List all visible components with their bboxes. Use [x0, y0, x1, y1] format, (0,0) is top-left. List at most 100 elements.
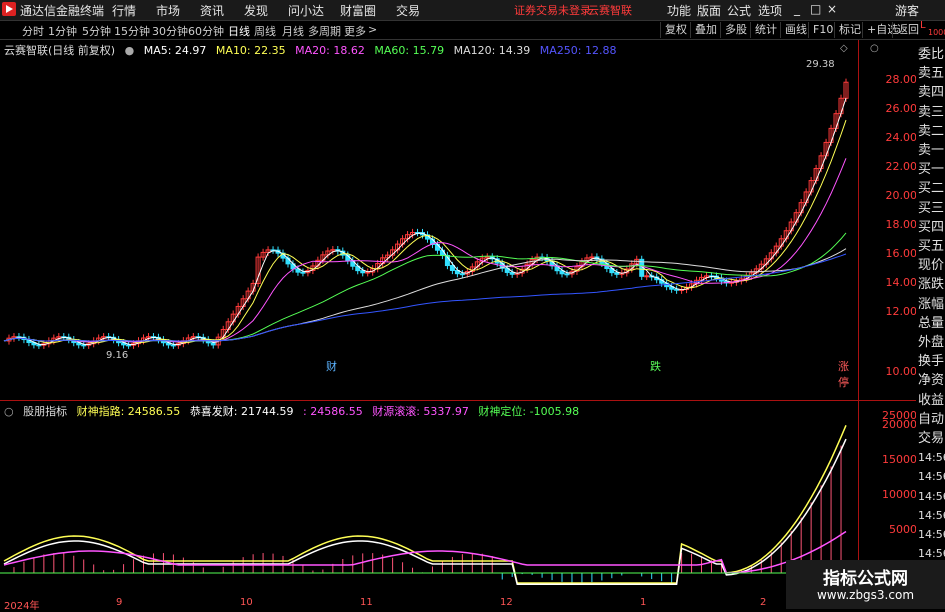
ma-line: [3, 158, 847, 343]
app-logo-icon: [2, 2, 16, 16]
side-item: 买五: [918, 239, 945, 254]
axis-tick: 16.00: [885, 247, 918, 260]
menu-bar: 通达信金融终端 行情 市场 资讯 发现 问小达 财富圈 交易 证券交易未登录 云…: [0, 0, 945, 21]
adjust-button[interactable]: 复权: [660, 22, 687, 38]
period-more[interactable]: 更多: [344, 23, 366, 39]
overlay-button[interactable]: 叠加: [690, 22, 717, 38]
indicator-value-2: 恭喜发财: 21744.59: [189, 405, 294, 418]
period-1min[interactable]: 1分钟: [48, 23, 77, 39]
guest-label[interactable]: 游客: [895, 2, 919, 19]
limit-up-marker[interactable]: 涨停: [838, 358, 858, 390]
login-alert[interactable]: 证券交易未登录: [514, 2, 591, 18]
side-panel: L 1000 委比卖五卖四卖三卖二卖一买一买二买三买四买五现价涨跌涨幅总量外盘换…: [916, 20, 945, 609]
menu-trade[interactable]: 交易: [396, 2, 420, 19]
side-item: 现价: [918, 258, 945, 274]
finance-marker[interactable]: 财: [326, 358, 337, 374]
minimize-button[interactable]: _: [794, 2, 800, 16]
side-item: 卖五: [918, 66, 945, 82]
kline-plot[interactable]: [0, 40, 858, 400]
drop-marker[interactable]: 跌: [650, 358, 661, 374]
side-top-sub: 1000: [928, 28, 945, 37]
ma5-label: MA5: 24.97: [143, 44, 207, 57]
stats-button[interactable]: 统计: [750, 22, 777, 38]
menu-quotes[interactable]: 行情: [112, 2, 136, 19]
ma-line: [3, 119, 847, 344]
side-item: 净资: [918, 373, 945, 389]
indicator-dot-icon[interactable]: ○: [4, 405, 14, 418]
candle-body: [170, 344, 176, 347]
settings-dot-icon[interactable]: ●: [125, 44, 135, 57]
period-multi[interactable]: 多周期: [308, 23, 341, 39]
side-item[interactable]: 自动: [918, 411, 944, 428]
kline-chart[interactable]: 云赛智联(日线 前复权) ● MA5: 24.97 MA10: 22.35 MA…: [0, 40, 879, 400]
side-item[interactable]: 交易: [918, 430, 944, 447]
candle-body: [210, 342, 216, 346]
period-toolbar: 分时 1分钟 5分钟 15分钟 30分钟 60分钟 日线 周线 月线 多周期 更…: [0, 21, 945, 40]
ma-line: [3, 253, 847, 342]
indicator-chart[interactable]: ○ 股朋指标 财神指路: 24586.55 恭喜发财: 21744.59 : 2…: [0, 401, 858, 597]
multi-stock-button[interactable]: 多股: [720, 22, 747, 38]
alert-stock[interactable]: 云赛智联: [588, 2, 632, 18]
axis-tick: 10000: [882, 488, 917, 501]
diamond-icon[interactable]: ◇: [840, 43, 848, 54]
ma120-label: MA120: 14.39: [453, 44, 531, 57]
f10-button[interactable]: F10: [808, 22, 833, 38]
price-axis: 28.00 26.00 24.00 22.00 20.00 18.00 16.0…: [858, 40, 917, 400]
ma250-label: MA250: 12.88: [539, 44, 617, 57]
menu-wealth[interactable]: 财富圈: [340, 2, 376, 19]
candle-body: [300, 271, 306, 274]
indicator-value-3: : 24586.55: [303, 405, 363, 418]
period-15min[interactable]: 15分钟: [114, 23, 150, 39]
menu-ask[interactable]: 问小达: [288, 2, 324, 19]
date-label: 12: [500, 597, 513, 608]
app-title: 通达信金融终端: [20, 4, 105, 18]
side-item: 14:56: [918, 451, 945, 465]
axis-tick: 24.00: [885, 131, 918, 144]
period-weekly[interactable]: 周线: [254, 23, 276, 39]
period-intraday[interactable]: 分时: [22, 23, 44, 39]
indicator-line-white: [3, 438, 847, 585]
axis-tick: 28.00: [885, 73, 918, 86]
more-arrow-icon[interactable]: >: [368, 23, 377, 36]
menu-layout[interactable]: 版面: [697, 2, 721, 19]
candle-body: [36, 344, 42, 347]
side-item: 买一: [918, 162, 945, 178]
axis-tick: 10.00: [885, 365, 918, 378]
ma20-label: MA20: 18.62: [295, 44, 365, 57]
close-button[interactable]: ×: [827, 2, 837, 16]
menu-news[interactable]: 资讯: [200, 2, 224, 19]
date-label: 2: [760, 597, 767, 608]
indicator-plot[interactable]: [0, 401, 858, 597]
back-button[interactable]: 返回: [892, 22, 919, 38]
menu-formula[interactable]: 公式: [727, 2, 751, 19]
indicator-value-4: 财源滚滚: 5337.97: [372, 405, 469, 418]
side-item: 14:56: [918, 489, 945, 503]
period-30min[interactable]: 30分钟: [152, 23, 188, 39]
indicator-value-5: 财神定位: -1005.98: [478, 405, 580, 418]
period-5min[interactable]: 5分钟: [82, 23, 111, 39]
candle-body: [126, 344, 132, 347]
draw-line-button[interactable]: 画线: [780, 22, 807, 38]
side-item: 卖二: [918, 123, 945, 139]
maximize-button[interactable]: □: [810, 2, 821, 16]
side-item: 涨幅: [918, 296, 945, 312]
menu-options[interactable]: 选项: [758, 2, 782, 19]
period-60min[interactable]: 60分钟: [188, 23, 224, 39]
candle-body: [589, 256, 595, 259]
axis-tick: 20000: [882, 418, 917, 431]
period-daily[interactable]: 日线: [228, 23, 250, 39]
period-monthly[interactable]: 月线: [282, 23, 304, 39]
date-label: 11: [360, 597, 373, 608]
side-item: 卖三: [918, 104, 945, 120]
ma10-label: MA10: 22.35: [215, 44, 286, 57]
ma-line: [3, 97, 847, 346]
side-item: 委比: [918, 47, 945, 62]
mark-button[interactable]: 标记: [834, 22, 861, 38]
menu-discover[interactable]: 发现: [244, 2, 268, 19]
side-item: 外盘: [918, 335, 945, 350]
watermark: 指标公式网 www.zbgs3.com: [786, 560, 945, 609]
menu-market[interactable]: 市场: [156, 2, 180, 19]
menu-function[interactable]: 功能: [667, 2, 691, 19]
indicator-name[interactable]: 股朋指标: [23, 405, 67, 418]
date-label: 1: [640, 597, 647, 608]
